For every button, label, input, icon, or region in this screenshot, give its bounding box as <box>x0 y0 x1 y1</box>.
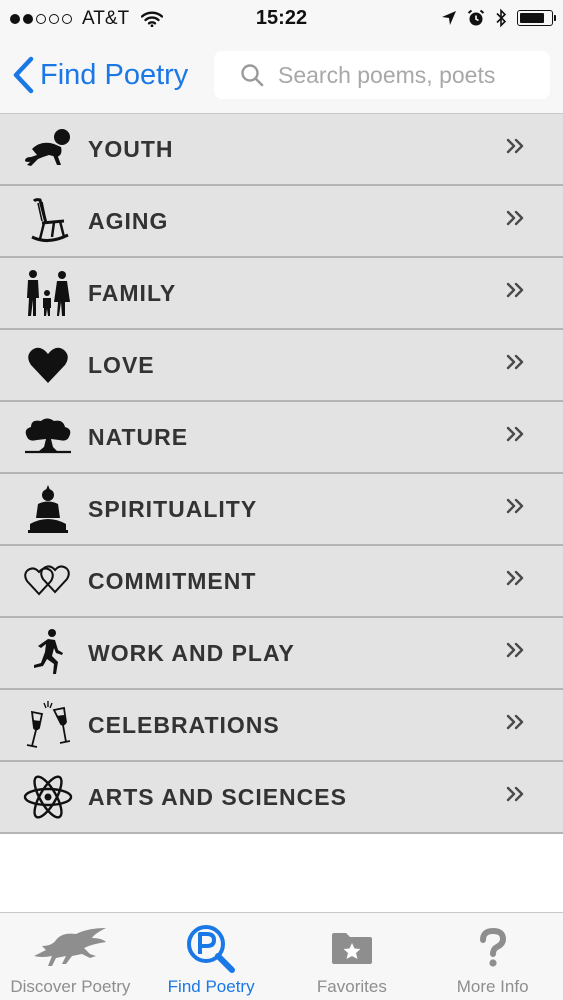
heart-icon <box>22 339 74 391</box>
category-label: NATURE <box>88 423 189 450</box>
double-chevron-right-icon <box>505 568 525 593</box>
star-folder-icon <box>331 923 373 973</box>
category-label: WORK AND PLAY <box>88 639 295 666</box>
tab-label: Find Poetry <box>167 977 255 996</box>
category-label: YOUTH <box>88 135 174 162</box>
runner-icon <box>22 627 74 679</box>
search-box[interactable] <box>214 51 550 99</box>
category-work-and-play[interactable]: WORK AND PLAY <box>0 618 563 690</box>
search-p-icon <box>185 923 237 973</box>
category-family[interactable]: FAMILY <box>0 258 563 330</box>
tab-label: Discover Poetry <box>10 977 131 996</box>
status-right <box>441 8 556 28</box>
family-icon <box>22 267 74 319</box>
tree-icon <box>22 411 74 463</box>
battery-icon <box>517 10 556 26</box>
double-chevron-right-icon <box>505 712 525 737</box>
pegasus-icon <box>32 923 108 973</box>
tab-favorites[interactable]: Favorites <box>282 913 423 1000</box>
category-aging[interactable]: AGING <box>0 186 563 258</box>
tab-find-poetry[interactable]: Find Poetry <box>141 913 282 1000</box>
double-chevron-right-icon <box>505 496 525 521</box>
atom-icon <box>22 771 74 823</box>
signal-strength-icon <box>10 14 72 24</box>
search-icon <box>240 63 264 87</box>
category-love[interactable]: LOVE <box>0 330 563 402</box>
wifi-icon <box>141 11 164 27</box>
double-chevron-right-icon <box>505 424 525 449</box>
category-label: CELEBRATIONS <box>88 711 280 738</box>
category-youth[interactable]: YOUTH <box>0 114 563 186</box>
double-chevron-right-icon <box>505 280 525 305</box>
tab-bar: Discover Poetry Find Poetry Favorites Mo… <box>0 912 563 1000</box>
category-spirituality[interactable]: SPIRITUALITY <box>0 474 563 546</box>
status-left: AT&T <box>10 8 164 30</box>
back-button-label: Find Poetry <box>40 58 189 91</box>
category-list: YOUTH AGING FAMILY LOVE NATURE SPIRITUAL… <box>0 114 563 834</box>
rocking-chair-icon <box>22 195 74 247</box>
category-celebrations[interactable]: CELEBRATIONS <box>0 690 563 762</box>
category-label: AGING <box>88 207 169 234</box>
buddha-icon <box>22 483 74 535</box>
chevron-left-icon <box>12 56 34 94</box>
location-arrow-icon <box>441 10 457 26</box>
search-input[interactable] <box>276 60 540 90</box>
linked-hearts-icon <box>22 555 74 607</box>
category-label: SPIRITUALITY <box>88 495 258 522</box>
question-mark-icon <box>479 923 507 973</box>
champagne-glasses-icon <box>22 699 74 751</box>
category-label: FAMILY <box>88 279 177 306</box>
category-label: LOVE <box>88 351 155 378</box>
double-chevron-right-icon <box>505 352 525 377</box>
double-chevron-right-icon <box>505 640 525 665</box>
category-arts-and-sciences[interactable]: ARTS AND SCIENCES <box>0 762 563 834</box>
tab-discover-poetry[interactable]: Discover Poetry <box>0 913 141 1000</box>
alarm-clock-icon <box>467 9 485 27</box>
category-label: COMMITMENT <box>88 567 257 594</box>
category-label: ARTS AND SCIENCES <box>88 783 347 810</box>
tab-label: More Info <box>456 977 529 996</box>
double-chevron-right-icon <box>505 784 525 809</box>
status-bar: AT&T 15:22 <box>0 0 563 38</box>
double-chevron-right-icon <box>505 136 525 161</box>
crawling-baby-icon <box>22 123 74 175</box>
double-chevron-right-icon <box>505 208 525 233</box>
bluetooth-icon <box>495 8 507 28</box>
tab-label: Favorites <box>316 977 387 996</box>
nav-bar: Find Poetry <box>0 38 563 114</box>
tab-more-info[interactable]: More Info <box>422 913 563 1000</box>
category-commitment[interactable]: COMMITMENT <box>0 546 563 618</box>
carrier-name: AT&T <box>82 8 130 29</box>
back-button[interactable]: Find Poetry <box>12 52 188 98</box>
category-nature[interactable]: NATURE <box>0 402 563 474</box>
